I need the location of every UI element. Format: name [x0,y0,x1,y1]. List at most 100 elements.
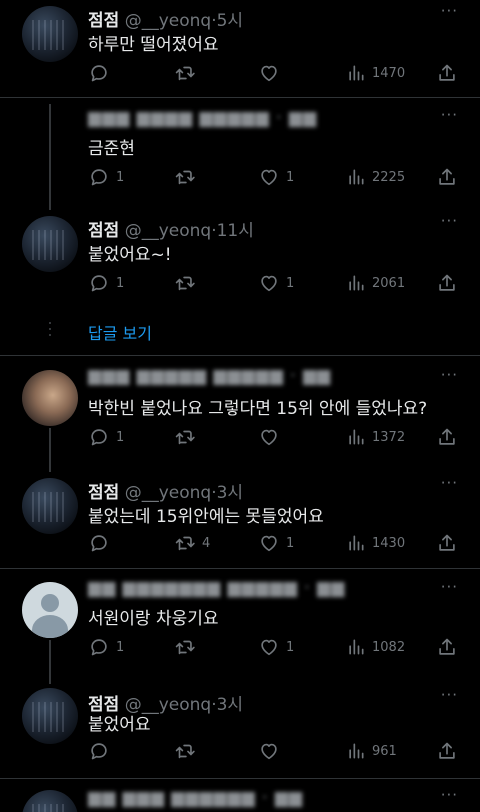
retweet-button[interactable] [174,738,202,764]
tweet-text: 금준현 [88,139,135,159]
like-button[interactable]: 1 [258,530,294,556]
tweet-actions: 1 1 2225 [88,164,458,190]
retweet-button[interactable] [174,164,202,190]
share-icon [436,426,458,448]
like-button[interactable]: 1 [258,634,294,660]
retweet-button[interactable] [174,60,202,86]
display-name[interactable]: 점점 [88,483,119,503]
views-count: 961 [372,743,397,759]
display-name[interactable]: 점점 [88,11,119,31]
tweet[interactable]: ▆▆ ▆▆▆▆▆▆▆ ▆▆▆▆▆ · ▆▆ ··· 서원이랑 차웅기요 1 1 … [0,576,480,672]
heart-icon [258,636,280,658]
tweet-actions: 1 1 2061 [88,270,458,296]
handle[interactable]: @__yeonq [125,11,212,31]
redacted-author: ▆▆▆ ▆▆▆▆▆ ▆▆▆▆▆ · ▆▆ [88,366,332,386]
more-options-icon[interactable]: ··· [441,2,458,20]
like-button[interactable] [258,424,286,450]
retweet-button[interactable] [174,634,202,660]
tweet[interactable]: ▆▆ ▆▆▆ ▆▆▆▆▆▆ · ▆▆ ··· [0,784,480,812]
avatar-head-shape [41,594,59,612]
retweet-icon [174,166,196,188]
heart-icon [258,166,280,188]
like-button[interactable]: 1 [258,270,294,296]
share-button[interactable] [436,634,458,660]
tweet[interactable]: 점점 @__yeonq·5시 ··· 하루만 떨어졌어요 1470 [0,0,480,96]
display-name[interactable]: 점점 [88,221,119,241]
show-replies-link[interactable]: 답글 보기 [88,320,152,344]
reply-button[interactable]: 1 [88,164,124,190]
handle[interactable]: @__yeonq [125,221,212,241]
tweet[interactable]: 점점 @__yeonq·11시 ··· 붙었어요~! 1 1 2061 [0,210,480,306]
timestamp[interactable]: 3시 [217,483,243,503]
avatar[interactable] [22,790,78,812]
divider [0,97,480,98]
more-options-icon[interactable]: ··· [441,106,458,124]
avatar[interactable] [22,478,78,534]
tweet-actions: 1 1372 [88,424,458,450]
views-count: 2061 [372,275,406,291]
share-button[interactable] [436,60,458,86]
views-count: 1082 [372,639,406,655]
timestamp[interactable]: 11시 [217,221,254,241]
tweet[interactable]: 점점 @__yeonq·3시 ··· 붙었는데 15위안에는 못들었어요 4 1… [0,472,480,568]
redacted-author: ▆▆ ▆▆▆ ▆▆▆▆▆▆ · ▆▆ [88,788,303,808]
tweet[interactable]: ▆▆▆ ▆▆▆▆ ▆▆▆▆▆ · ▆▆ ··· 금준현 1 1 2225 [0,104,480,200]
tweet-header: 점점 @__yeonq·3시 [88,478,243,503]
thread-line [49,640,51,684]
more-options-icon[interactable]: ··· [441,366,458,384]
views-count: 2225 [372,169,406,185]
views-button[interactable]: 2061 [346,270,405,296]
reply-button[interactable]: 1 [88,270,124,296]
reply-icon [88,636,110,658]
tweet[interactable]: ▆▆▆ ▆▆▆▆▆ ▆▆▆▆▆ · ▆▆ ··· 박한빈 붙었나요 그렇다면 1… [0,364,480,460]
views-button[interactable]: 961 [346,738,397,764]
share-button[interactable] [436,530,458,556]
default-avatar[interactable] [22,582,78,638]
share-icon [436,62,458,84]
timestamp[interactable]: 3시 [217,695,243,715]
reply-button[interactable]: 1 [88,424,124,450]
more-options-icon[interactable]: ··· [441,786,458,804]
like-button[interactable]: 1 [258,164,294,190]
heart-icon [258,272,280,294]
retweet-button[interactable] [174,424,202,450]
avatar[interactable] [22,6,78,62]
tweet-header: ▆▆ ▆▆▆▆▆▆▆ ▆▆▆▆▆ · ▆▆ [88,578,345,598]
views-button[interactable]: 2225 [346,164,405,190]
avatar[interactable] [22,216,78,272]
more-options-icon[interactable]: ··· [441,686,458,704]
redacted-author: ▆▆▆ ▆▆▆▆ ▆▆▆▆▆ · ▆▆ [88,108,318,128]
views-count: 1372 [372,429,406,445]
reply-button[interactable] [88,530,116,556]
share-button[interactable] [436,270,458,296]
more-options-icon[interactable]: ··· [441,212,458,230]
views-chart-icon [346,533,366,553]
divider [0,568,480,569]
handle[interactable]: @__yeonq [125,483,212,503]
tweet-header: ▆▆ ▆▆▆ ▆▆▆▆▆▆ · ▆▆ [88,788,303,808]
timestamp[interactable]: 5시 [217,11,243,31]
tweet-actions: 1 1 1082 [88,634,458,660]
like-button[interactable] [258,738,286,764]
more-options-icon[interactable]: ··· [441,474,458,492]
reply-button[interactable]: 1 [88,634,124,660]
retweet-button[interactable] [174,270,202,296]
retweet-button[interactable]: 4 [174,530,210,556]
tweet[interactable]: 점점 @__yeonq·3시 ··· 붙었어요 961 [0,684,480,780]
views-button[interactable]: 1430 [346,530,405,556]
avatar[interactable] [22,688,78,744]
views-button[interactable]: 1470 [346,60,405,86]
share-button[interactable] [436,738,458,764]
avatar[interactable] [22,370,78,426]
views-button[interactable]: 1082 [346,634,405,660]
more-options-icon[interactable]: ··· [441,578,458,596]
share-button[interactable] [436,164,458,190]
reply-button[interactable] [88,60,116,86]
tweet-text: 붙었는데 15위안에는 못들었어요 [88,507,324,527]
retweet-icon [174,272,196,294]
like-button[interactable] [258,60,286,86]
share-button[interactable] [436,424,458,450]
views-button[interactable]: 1372 [346,424,405,450]
retweet-count: 4 [202,535,211,551]
reply-button[interactable] [88,738,116,764]
